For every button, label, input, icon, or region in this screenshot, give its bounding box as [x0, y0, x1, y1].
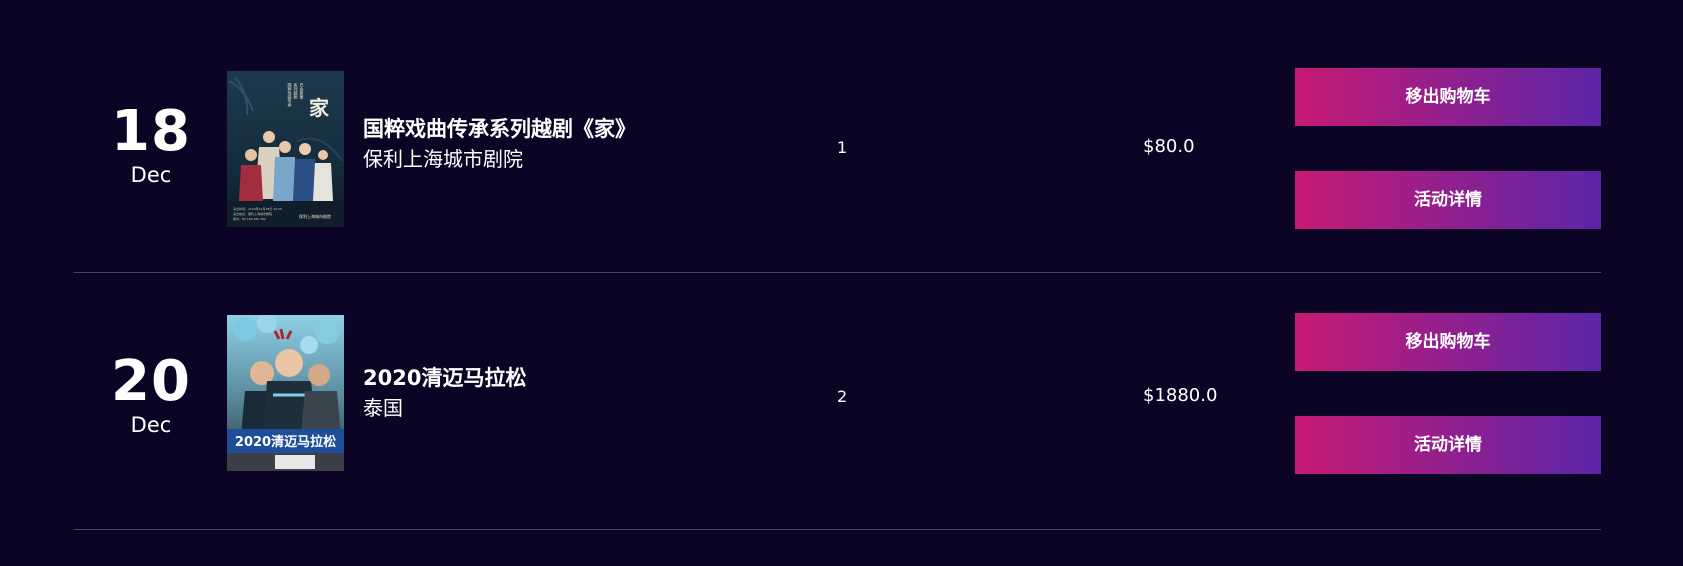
event-month: Dec: [130, 163, 172, 187]
svg-text:巴金原著: 巴金原著: [300, 83, 305, 100]
svg-text:票价：80 180 280 380: 票价：80 180 280 380: [233, 216, 266, 221]
row-divider: [74, 529, 1601, 530]
svg-text:演出地点：保利上海城市剧院: 演出地点：保利上海城市剧院: [233, 211, 272, 216]
ticket-quantity: 1: [837, 138, 848, 157]
event-title[interactable]: 国粹戏曲传承系列越剧《家》: [363, 114, 636, 144]
event-month: Dec: [130, 413, 172, 437]
cart-item: 20 Dec 2020清迈马拉松 2020清迈马拉松 泰国 2 $1880.0 …: [74, 271, 1601, 530]
opera-poster-art: 国粹戏曲传承 系列越剧 巴金原著 家 演出时间：2020年12月18日 19:3…: [227, 71, 344, 227]
svg-text:系列越剧: 系列越剧: [294, 82, 299, 100]
event-date: 20 Dec: [74, 354, 228, 438]
svg-text:保利上海城市剧院: 保利上海城市剧院: [299, 213, 331, 219]
event-info: 2020清迈马拉松 泰国: [363, 363, 526, 423]
event-venue: 泰国: [363, 396, 403, 420]
ticket-quantity: 2: [837, 387, 848, 406]
event-details-button[interactable]: 活动详情: [1295, 416, 1601, 474]
event-date: 18 Dec: [74, 104, 228, 188]
event-venue: 保利上海城市剧院: [363, 147, 523, 171]
svg-text:国粹戏曲传承: 国粹戏曲传承: [288, 82, 293, 107]
marathon-poster-art: 2020清迈马拉松: [227, 315, 344, 471]
event-poster-image[interactable]: 2020清迈马拉松: [227, 315, 344, 471]
event-details-button[interactable]: 活动详情: [1295, 171, 1601, 229]
remove-from-cart-button[interactable]: 移出购物车: [1295, 68, 1601, 126]
ticket-price: $1880.0: [1143, 385, 1218, 406]
svg-text:家: 家: [309, 96, 330, 120]
event-poster-image[interactable]: 国粹戏曲传承 系列越剧 巴金原著 家 演出时间：2020年12月18日 19:3…: [227, 71, 344, 227]
svg-text:演出时间：2020年12月18日 19:30: 演出时间：2020年12月18日 19:30: [233, 206, 282, 211]
cart-item: 18 Dec 国粹戏曲传承 系列越剧 巴金原著 家 演出时间：2020年12月1…: [74, 26, 1601, 273]
event-day: 18: [111, 99, 191, 164]
event-info: 国粹戏曲传承系列越剧《家》 保利上海城市剧院: [363, 114, 636, 174]
ticket-price: $80.0: [1143, 136, 1195, 157]
event-title[interactable]: 2020清迈马拉松: [363, 363, 526, 393]
cart-list: 18 Dec 国粹戏曲传承 系列越剧 巴金原著 家 演出时间：2020年12月1…: [0, 0, 1683, 566]
svg-text:2020清迈马拉松: 2020清迈马拉松: [235, 434, 336, 450]
remove-from-cart-button[interactable]: 移出购物车: [1295, 313, 1601, 371]
event-day: 20: [111, 349, 191, 414]
